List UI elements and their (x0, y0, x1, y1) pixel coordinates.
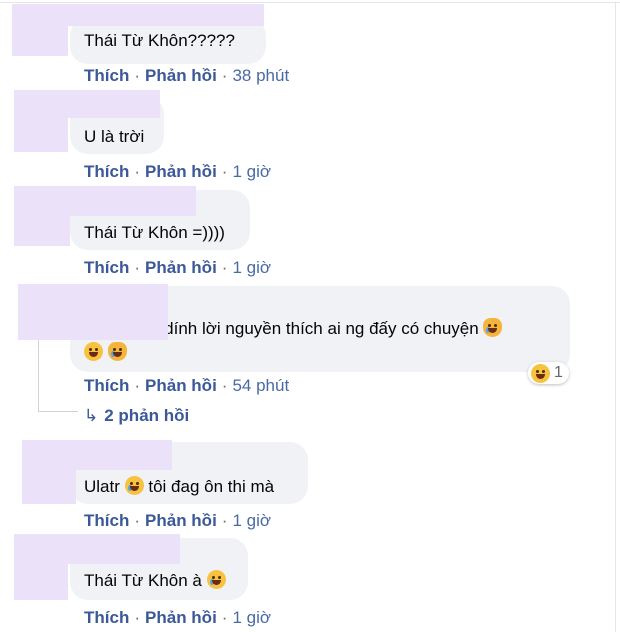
laughing-emoji (531, 363, 550, 383)
comment-actions: Thích · Phản hồi · 1 giờ (84, 258, 272, 277)
redacted-avatar (18, 284, 70, 340)
reaction-count: 1 (554, 364, 563, 381)
redacted-avatar (22, 440, 76, 504)
redacted-name (70, 284, 168, 340)
like-link[interactable]: Thích (84, 608, 129, 627)
comment-text: Thái Từ Khôn =)))) (84, 223, 225, 242)
reply-link[interactable]: Phản hồi (145, 376, 217, 395)
redacted-name (68, 4, 264, 26)
redacted-avatar (14, 534, 68, 600)
reply-link[interactable]: Phản hồi (145, 66, 217, 85)
redacted-avatar (14, 186, 70, 246)
view-replies-link[interactable]: ↳ 2 phản hồi (84, 406, 189, 426)
comment-timestamp[interactable]: 1 giờ (232, 162, 271, 181)
reply-link[interactable]: Phản hồi (145, 162, 217, 181)
comment-timestamp[interactable]: 38 phút (232, 66, 289, 85)
comment-actions: Thích · Phản hồi · 1 giờ (84, 511, 272, 530)
comment-text: U là trời (84, 127, 145, 146)
comment-timestamp[interactable]: 1 giờ (232, 511, 271, 530)
comment-actions: Thích · Phản hồi · 1 giờ (84, 608, 272, 627)
top-divider (0, 2, 620, 3)
redacted-name (68, 90, 160, 118)
redacted-avatar (12, 4, 68, 56)
reply-link[interactable]: Phản hồi (145, 258, 217, 277)
crying-cat-emoji (483, 318, 503, 337)
like-link[interactable]: Thích (84, 376, 129, 395)
like-link[interactable]: Thích (84, 66, 129, 85)
comment-actions: Thích · Phản hồi · 1 giờ (84, 162, 272, 181)
redacted-name (68, 534, 180, 564)
reply-link[interactable]: Phản hồi (145, 511, 217, 530)
like-link[interactable]: Thích (84, 162, 129, 181)
grinning-emoji (84, 342, 103, 361)
like-link[interactable]: Thích (84, 511, 129, 530)
redacted-name (70, 186, 196, 216)
comment-timestamp[interactable]: 54 phút (232, 376, 289, 395)
comment-text: Thái Từ Khôn????? (84, 31, 235, 50)
reply-link[interactable]: Phản hồi (145, 608, 217, 627)
comment-actions: Thích · Phản hồi · 38 phút (84, 66, 290, 85)
comment-actions: Thích · Phản hồi · 54 phút (84, 376, 290, 395)
right-divider (615, 2, 616, 632)
sad-tear-emoji (124, 476, 144, 495)
reaction-summary[interactable]: 1 (528, 362, 569, 384)
crying-cat-emoji (107, 342, 127, 361)
redacted-name (76, 440, 172, 470)
comment-text: Ulatr tôi đag ôn thi mà (84, 476, 275, 496)
comment-timestamp[interactable]: 1 giờ (232, 258, 271, 277)
like-link[interactable]: Thích (84, 258, 129, 277)
comment-timestamp[interactable]: 1 giờ (232, 608, 271, 627)
comment-text-line2 (84, 342, 127, 364)
comment-text: Thái Từ Khôn à (84, 570, 226, 592)
reply-arrow-icon: ↳ (84, 406, 99, 425)
redacted-avatar (14, 90, 68, 152)
reply-thread-connector (38, 411, 78, 412)
sad-tear-emoji (206, 570, 226, 589)
comment-text-line1: n dính lời nguyền thích ai ng đấy có chu… (150, 318, 503, 340)
